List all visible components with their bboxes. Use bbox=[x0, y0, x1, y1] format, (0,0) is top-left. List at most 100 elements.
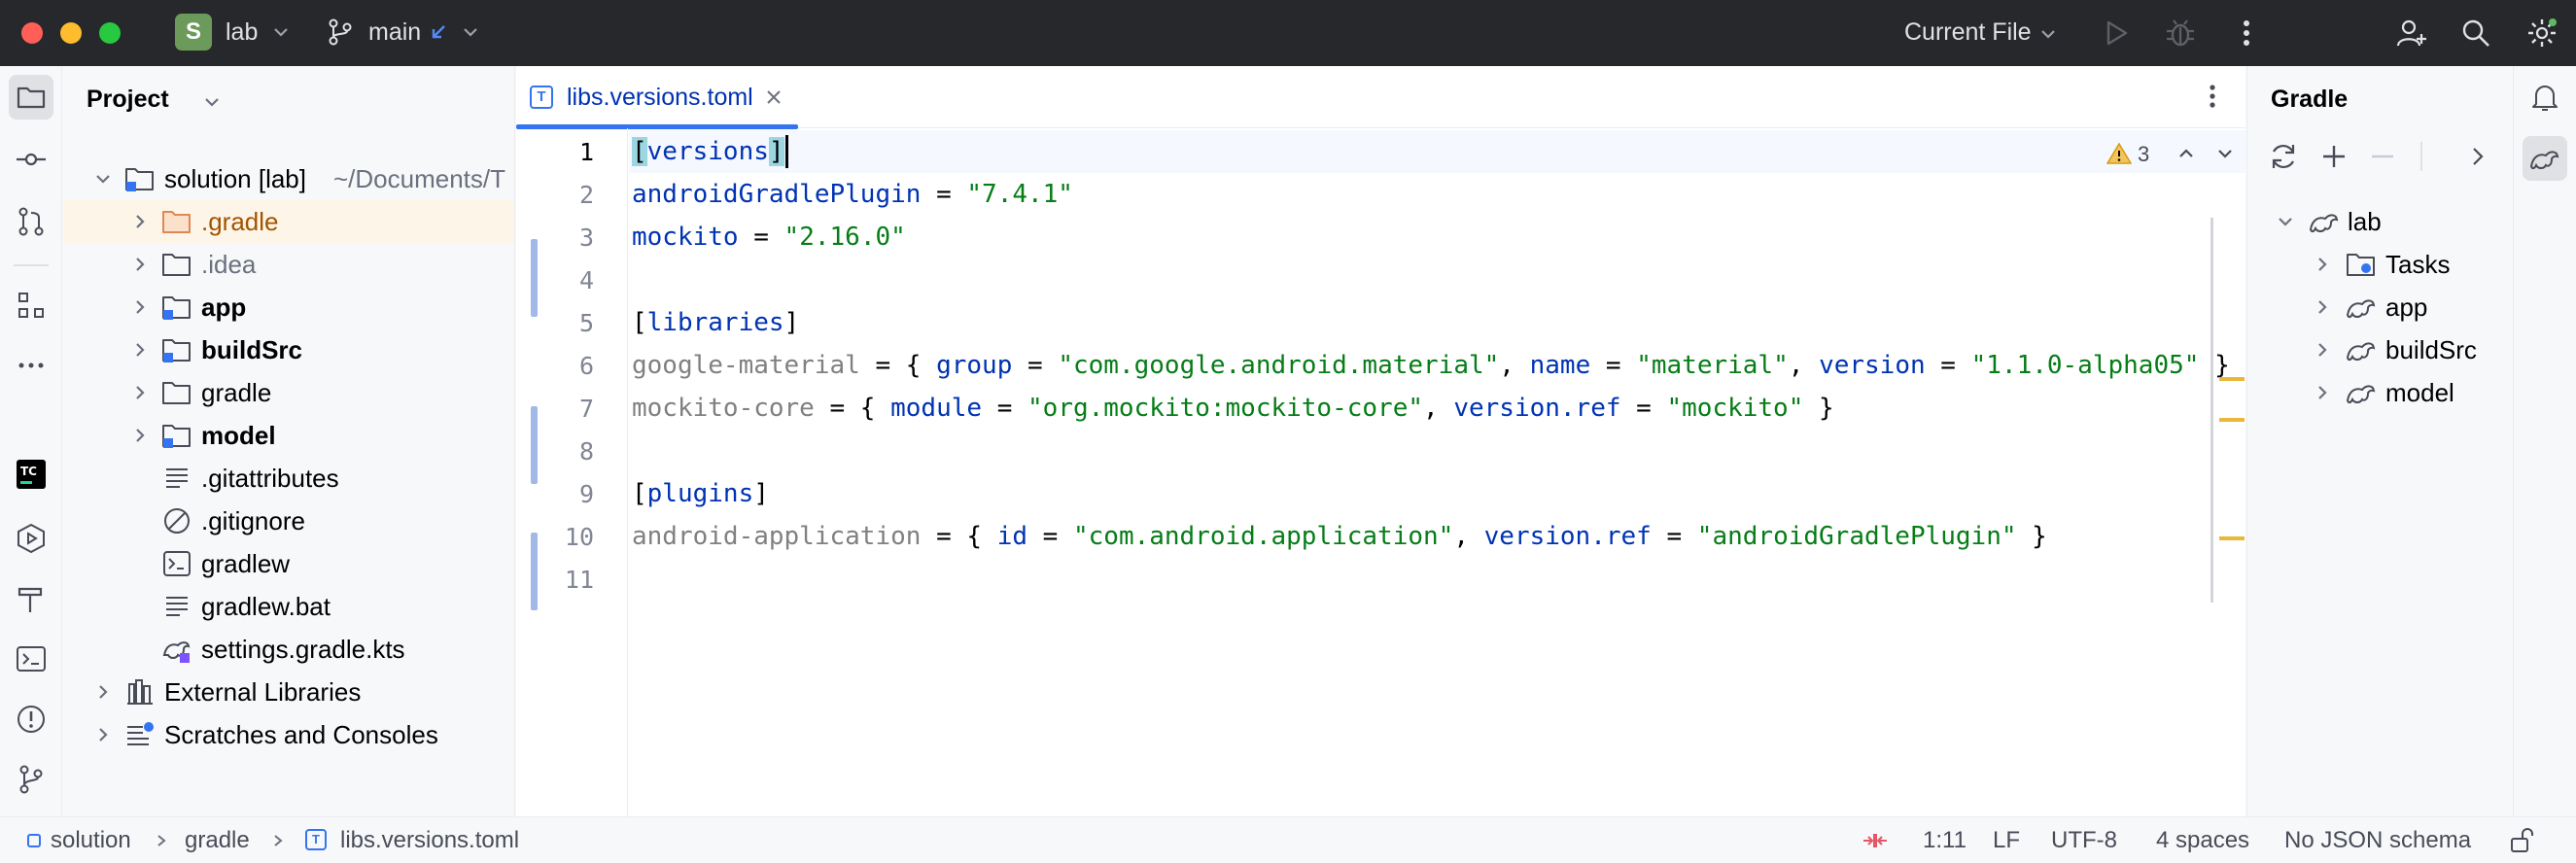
chevron-right-icon[interactable] bbox=[2314, 256, 2331, 273]
gradle-item-lab[interactable]: lab bbox=[2247, 200, 2514, 243]
branch-switcher[interactable]: main bbox=[326, 14, 491, 52]
tab-character-icon[interactable] bbox=[1861, 831, 1890, 850]
vertical-scrollbar[interactable] bbox=[2210, 218, 2213, 603]
tree-item-settings-gradle-kts[interactable]: settings.gradle.kts bbox=[63, 628, 514, 671]
pull-requests-icon[interactable] bbox=[14, 204, 49, 239]
chevron-right-icon[interactable] bbox=[131, 256, 149, 273]
tab-label: libs.versions.toml bbox=[567, 84, 753, 111]
code-token: = { bbox=[814, 394, 891, 423]
text-caret bbox=[785, 135, 788, 168]
code-token: , bbox=[1423, 394, 1454, 423]
file-encoding[interactable]: UTF-8 bbox=[2051, 827, 2117, 854]
gradle-item-buildsrc[interactable]: buildSrc bbox=[2247, 328, 2514, 371]
gradle-item-app[interactable]: app bbox=[2247, 286, 2514, 328]
chevron-right-icon[interactable] bbox=[2314, 341, 2331, 359]
tree-item-gradlew[interactable]: gradlew bbox=[63, 542, 514, 585]
breadcrumb-item[interactable]: solution bbox=[51, 827, 131, 854]
project-switcher[interactable]: S lab bbox=[175, 14, 296, 52]
more-tool-windows-icon[interactable] bbox=[14, 348, 49, 383]
chevron-right-icon[interactable] bbox=[131, 298, 149, 316]
chevron-right-icon[interactable] bbox=[94, 683, 112, 701]
run-configuration-selector[interactable]: Current File bbox=[1900, 14, 2066, 52]
close-window-button[interactable] bbox=[21, 22, 43, 44]
maximize-window-button[interactable] bbox=[99, 22, 121, 44]
chevron-right-icon[interactable] bbox=[131, 384, 149, 401]
folder-icon bbox=[162, 254, 191, 276]
remove-icon[interactable] bbox=[2366, 140, 2399, 173]
code-token: = bbox=[1027, 522, 1073, 551]
tab-options-icon[interactable] bbox=[2198, 82, 2227, 111]
tree-item-gitattributes[interactable]: .gitattributes bbox=[63, 457, 514, 500]
tree-item-buildsrc[interactable]: buildSrc bbox=[63, 328, 514, 371]
chevron-down-icon[interactable] bbox=[94, 170, 112, 188]
breadcrumb-item[interactable]: libs.versions.toml bbox=[340, 827, 519, 854]
inspection-widget[interactable]: 3 bbox=[2106, 138, 2243, 173]
tree-item-dot-gradle[interactable]: .gradle bbox=[63, 200, 514, 243]
line-number: 7 bbox=[578, 395, 594, 423]
code-token: version.ref bbox=[1483, 522, 1652, 551]
chevron-down-icon[interactable] bbox=[2277, 213, 2294, 230]
teamcity-icon[interactable]: TC bbox=[14, 457, 49, 492]
tree-item-gradle[interactable]: gradle bbox=[63, 371, 514, 414]
tree-item-label: .gitattributes bbox=[201, 464, 339, 493]
tree-item-scratches-and-consoles[interactable]: Scratches and Consoles bbox=[63, 713, 514, 756]
problems-icon[interactable] bbox=[14, 702, 49, 737]
git-icon[interactable] bbox=[14, 762, 49, 797]
indent-setting[interactable]: 4 spaces bbox=[2156, 827, 2249, 854]
tree-item-gradlew-bat[interactable]: gradlew.bat bbox=[63, 585, 514, 628]
terminal-icon[interactable] bbox=[14, 641, 49, 676]
json-schema-selector[interactable]: No JSON schema bbox=[2284, 827, 2471, 854]
gradle-tool-button[interactable] bbox=[2523, 136, 2567, 181]
gradle-item-tasks[interactable]: Tasks bbox=[2247, 243, 2514, 286]
close-tab-icon[interactable] bbox=[765, 88, 783, 106]
tree-item-external-libraries[interactable]: External Libraries bbox=[63, 671, 514, 713]
build-hammer-icon[interactable] bbox=[14, 581, 49, 616]
more-actions-icon[interactable] bbox=[2230, 17, 2263, 50]
search-icon[interactable] bbox=[2459, 17, 2492, 50]
previous-highlight-icon[interactable] bbox=[2176, 146, 2196, 161]
git-branch-icon bbox=[329, 18, 352, 46]
chevron-right-icon[interactable] bbox=[94, 726, 112, 743]
tree-item-path: ~/Documents/T bbox=[333, 164, 506, 193]
chevron-right-icon[interactable] bbox=[131, 341, 149, 359]
tree-item-idea[interactable]: .idea bbox=[63, 243, 514, 286]
code-line: google-material = { group = "com.google.… bbox=[632, 344, 2230, 387]
tree-item-solution[interactable]: solution [lab] ~/Documents/T bbox=[63, 157, 514, 200]
next-highlight-icon[interactable] bbox=[2215, 146, 2235, 161]
add-user-icon[interactable] bbox=[2395, 17, 2428, 50]
run-icon[interactable] bbox=[2100, 17, 2133, 50]
lock-open-icon[interactable] bbox=[2508, 827, 2535, 854]
module-square-icon bbox=[27, 834, 41, 847]
line-separator[interactable]: LF bbox=[1993, 827, 2020, 854]
chevron-right-icon[interactable] bbox=[2314, 298, 2331, 316]
debug-icon[interactable] bbox=[2164, 17, 2197, 50]
reload-icon[interactable] bbox=[2267, 140, 2300, 173]
tree-item-label: .gitignore bbox=[201, 506, 305, 535]
line-number: 5 bbox=[578, 309, 594, 337]
breadcrumb-item[interactable]: gradle bbox=[185, 827, 250, 854]
code-token: = bbox=[1590, 351, 1637, 380]
tab-libs-versions-toml[interactable]: T libs.versions.toml bbox=[516, 66, 798, 129]
services-icon[interactable] bbox=[14, 521, 49, 556]
project-view-selector[interactable]: Project bbox=[87, 84, 223, 119]
minimize-window-button[interactable] bbox=[60, 22, 82, 44]
chevron-right-icon[interactable] bbox=[2314, 384, 2331, 401]
notifications-bell-icon[interactable] bbox=[2527, 80, 2562, 115]
code-token: = bbox=[1620, 394, 1667, 423]
add-icon[interactable] bbox=[2317, 140, 2350, 173]
structure-icon[interactable] bbox=[14, 288, 49, 323]
gradle-panel-title: Gradle bbox=[2271, 86, 2349, 113]
module-folder-icon bbox=[125, 168, 154, 191]
tree-item-gitignore[interactable]: .gitignore bbox=[63, 500, 514, 542]
tree-item-app[interactable]: app bbox=[63, 286, 514, 328]
caret-position[interactable]: 1:11 bbox=[1923, 827, 1967, 854]
chevron-right-icon[interactable] bbox=[131, 213, 149, 230]
chevron-right-icon[interactable] bbox=[131, 427, 149, 444]
gradle-item-model[interactable]: model bbox=[2247, 371, 2514, 414]
tree-item-model[interactable]: model bbox=[63, 414, 514, 457]
commit-icon[interactable] bbox=[14, 142, 49, 177]
line-number: 2 bbox=[578, 181, 594, 209]
code-token: android-application bbox=[632, 522, 922, 551]
settings-gear-icon[interactable] bbox=[2525, 17, 2559, 50]
chevron-right-icon[interactable] bbox=[2465, 144, 2490, 169]
